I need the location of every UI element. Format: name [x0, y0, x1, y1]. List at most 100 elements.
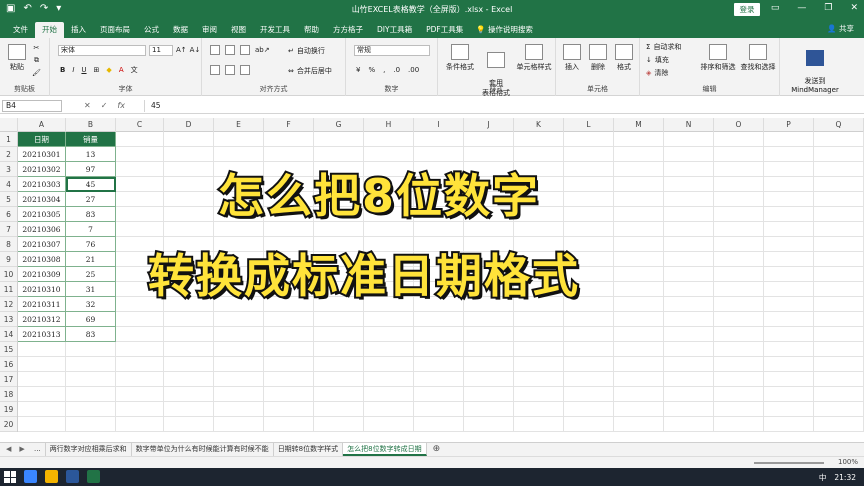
cell[interactable]	[714, 147, 764, 162]
cell[interactable]	[414, 192, 464, 207]
cell[interactable]	[714, 417, 764, 432]
cell[interactable]	[314, 132, 364, 147]
row-header[interactable]: 9	[0, 252, 17, 267]
column-header[interactable]: E	[214, 118, 264, 132]
cell[interactable]	[614, 252, 664, 267]
cell[interactable]	[464, 267, 514, 282]
sales-cell[interactable]: 69	[66, 312, 116, 327]
cell[interactable]	[116, 192, 164, 207]
cell[interactable]	[364, 222, 414, 237]
cell[interactable]	[164, 177, 214, 192]
column-header[interactable]: F	[264, 118, 314, 132]
number-format-select[interactable]: 常规	[354, 45, 430, 56]
row-header[interactable]: 5	[0, 192, 17, 207]
tab-help[interactable]: 帮助	[297, 22, 326, 38]
cell[interactable]	[116, 282, 164, 297]
cell[interactable]	[614, 267, 664, 282]
cell[interactable]	[116, 177, 164, 192]
cell[interactable]	[514, 312, 564, 327]
cell[interactable]	[18, 402, 66, 417]
excel-icon[interactable]	[87, 470, 100, 483]
fx-icon[interactable]: fx	[117, 101, 125, 110]
maximize-icon[interactable]: ❐	[824, 3, 832, 13]
fill-button[interactable]: ↓ 填充	[646, 55, 669, 65]
cell[interactable]	[814, 327, 864, 342]
cell[interactable]	[464, 147, 514, 162]
cell[interactable]	[364, 372, 414, 387]
cell[interactable]	[314, 312, 364, 327]
file-explorer-icon[interactable]	[45, 470, 58, 483]
shrink-font-icon[interactable]: A↓	[190, 46, 201, 54]
sheet-tab[interactable]: 日期转8位数字样式	[274, 443, 344, 456]
add-sheet-icon[interactable]: ⊕	[427, 443, 447, 456]
cell[interactable]	[564, 207, 614, 222]
sales-cell[interactable]: 25	[66, 267, 116, 282]
cell[interactable]	[164, 162, 214, 177]
sales-cell[interactable]: 31	[66, 282, 116, 297]
percent-icon[interactable]: %	[368, 66, 375, 74]
cell[interactable]	[18, 387, 66, 402]
autosum-button[interactable]: Σ 自动求和	[646, 42, 681, 52]
cell[interactable]	[664, 192, 714, 207]
cell[interactable]	[514, 132, 564, 147]
cell[interactable]	[314, 342, 364, 357]
table-header-cell[interactable]: 销量	[66, 132, 116, 147]
cell[interactable]	[464, 327, 514, 342]
tab-view[interactable]: 视图	[224, 22, 253, 38]
cell[interactable]	[764, 327, 814, 342]
cell[interactable]	[214, 372, 264, 387]
cell[interactable]	[364, 177, 414, 192]
cell[interactable]	[164, 417, 214, 432]
cell[interactable]	[464, 237, 514, 252]
column-header[interactable]: M	[614, 118, 664, 132]
cell[interactable]	[264, 267, 314, 282]
cell[interactable]	[814, 132, 864, 147]
font-size-select[interactable]: 11	[149, 45, 173, 56]
align-top-icon[interactable]	[210, 45, 220, 55]
row-header[interactable]: 1	[0, 132, 17, 147]
cell[interactable]	[116, 357, 164, 372]
windows-start-icon[interactable]	[4, 471, 16, 483]
phonetic-icon[interactable]: 文	[131, 65, 138, 75]
cell[interactable]	[164, 402, 214, 417]
cell[interactable]	[464, 162, 514, 177]
sales-cell[interactable]: 13	[66, 147, 116, 162]
cell[interactable]	[414, 177, 464, 192]
cell[interactable]	[514, 207, 564, 222]
cell[interactable]	[414, 417, 464, 432]
cell[interactable]	[414, 132, 464, 147]
cell[interactable]	[314, 387, 364, 402]
cell[interactable]	[764, 177, 814, 192]
row-header[interactable]: 12	[0, 297, 17, 312]
cell[interactable]	[364, 267, 414, 282]
cell[interactable]	[764, 162, 814, 177]
cell[interactable]	[764, 387, 814, 402]
cell[interactable]	[714, 252, 764, 267]
cell[interactable]	[764, 372, 814, 387]
cell[interactable]	[664, 417, 714, 432]
cell[interactable]	[514, 177, 564, 192]
cell[interactable]	[564, 177, 614, 192]
tab-fangfang[interactable]: 方方格子	[326, 22, 370, 38]
cell[interactable]	[764, 342, 814, 357]
cell[interactable]	[214, 402, 264, 417]
cell[interactable]	[116, 162, 164, 177]
cell[interactable]	[564, 282, 614, 297]
date-cell[interactable]: 20210309	[18, 267, 66, 282]
cell[interactable]	[214, 417, 264, 432]
cell[interactable]	[614, 192, 664, 207]
cell[interactable]	[464, 372, 514, 387]
cell[interactable]	[614, 387, 664, 402]
cell[interactable]	[614, 417, 664, 432]
sales-cell[interactable]: 21	[66, 252, 116, 267]
row-header[interactable]: 14	[0, 327, 17, 342]
column-header[interactable]: N	[664, 118, 714, 132]
cell[interactable]	[614, 207, 664, 222]
cell[interactable]	[464, 222, 514, 237]
cell[interactable]	[564, 252, 614, 267]
cell[interactable]	[514, 297, 564, 312]
cell[interactable]	[464, 177, 514, 192]
cell[interactable]	[764, 402, 814, 417]
cell[interactable]	[314, 402, 364, 417]
cell[interactable]	[18, 417, 66, 432]
